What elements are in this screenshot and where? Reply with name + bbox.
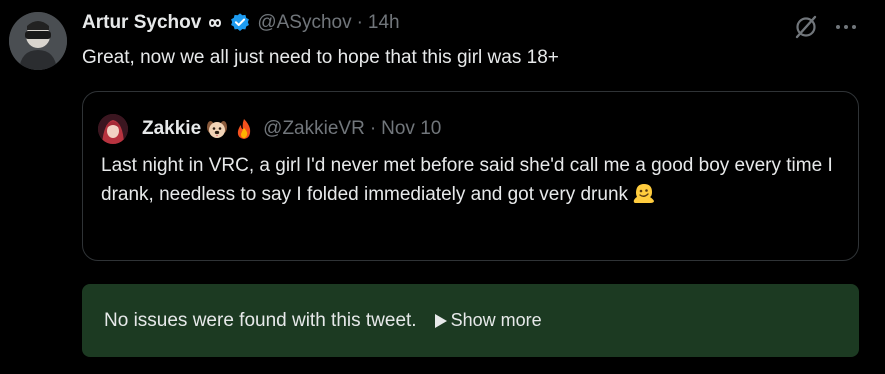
timestamp[interactable]: 14h (368, 12, 400, 34)
author-handle[interactable]: @ASychov (257, 12, 351, 34)
dog-face-emoji-icon (206, 118, 228, 140)
tweet-check-notice: No issues were found with this tweet. Sh… (82, 284, 859, 357)
verified-badge-icon[interactable] (229, 12, 251, 34)
tweet: Artur Sychov @ASychov · 14h Great, now w… (0, 0, 885, 374)
show-more-label: Show more (450, 310, 542, 330)
author-name[interactable]: Artur Sychov (82, 12, 201, 34)
fire-emoji-icon (233, 118, 255, 140)
quote-text-block: Last night in VRC, a girl I'd never met … (101, 151, 841, 209)
avatar[interactable] (9, 12, 67, 70)
infinity-icon (205, 17, 225, 29)
slash-circle-icon[interactable] (793, 14, 819, 40)
play-triangle-icon (434, 313, 447, 328)
notice-message: No issues were found with this tweet. (104, 309, 417, 331)
quote-separator-dot: · (369, 118, 377, 139)
tweet-actions (793, 14, 859, 40)
quote-timestamp: Nov 10 (381, 118, 442, 139)
quote-text: Last night in VRC, a girl I'd never met … (101, 155, 833, 205)
separator-dot: · (356, 12, 363, 33)
tweet-header: Artur Sychov @ASychov · 14h (82, 10, 400, 36)
melting-face-emoji-icon (632, 181, 656, 205)
quote-avatar[interactable] (98, 114, 128, 144)
quote-author-handle: @ZakkieVR (263, 118, 365, 139)
quote-header: Zakkie @ZakkieVR · Nov 10 (142, 116, 441, 142)
quote-tweet[interactable]: Zakkie @ZakkieVR · Nov 10 Last night in … (82, 91, 859, 261)
more-dots-icon[interactable] (833, 14, 859, 40)
tweet-text: Great, now we all just need to hope that… (82, 47, 559, 68)
show-more-button[interactable]: Show more (434, 310, 542, 331)
quote-author-name: Zakkie (142, 118, 202, 139)
